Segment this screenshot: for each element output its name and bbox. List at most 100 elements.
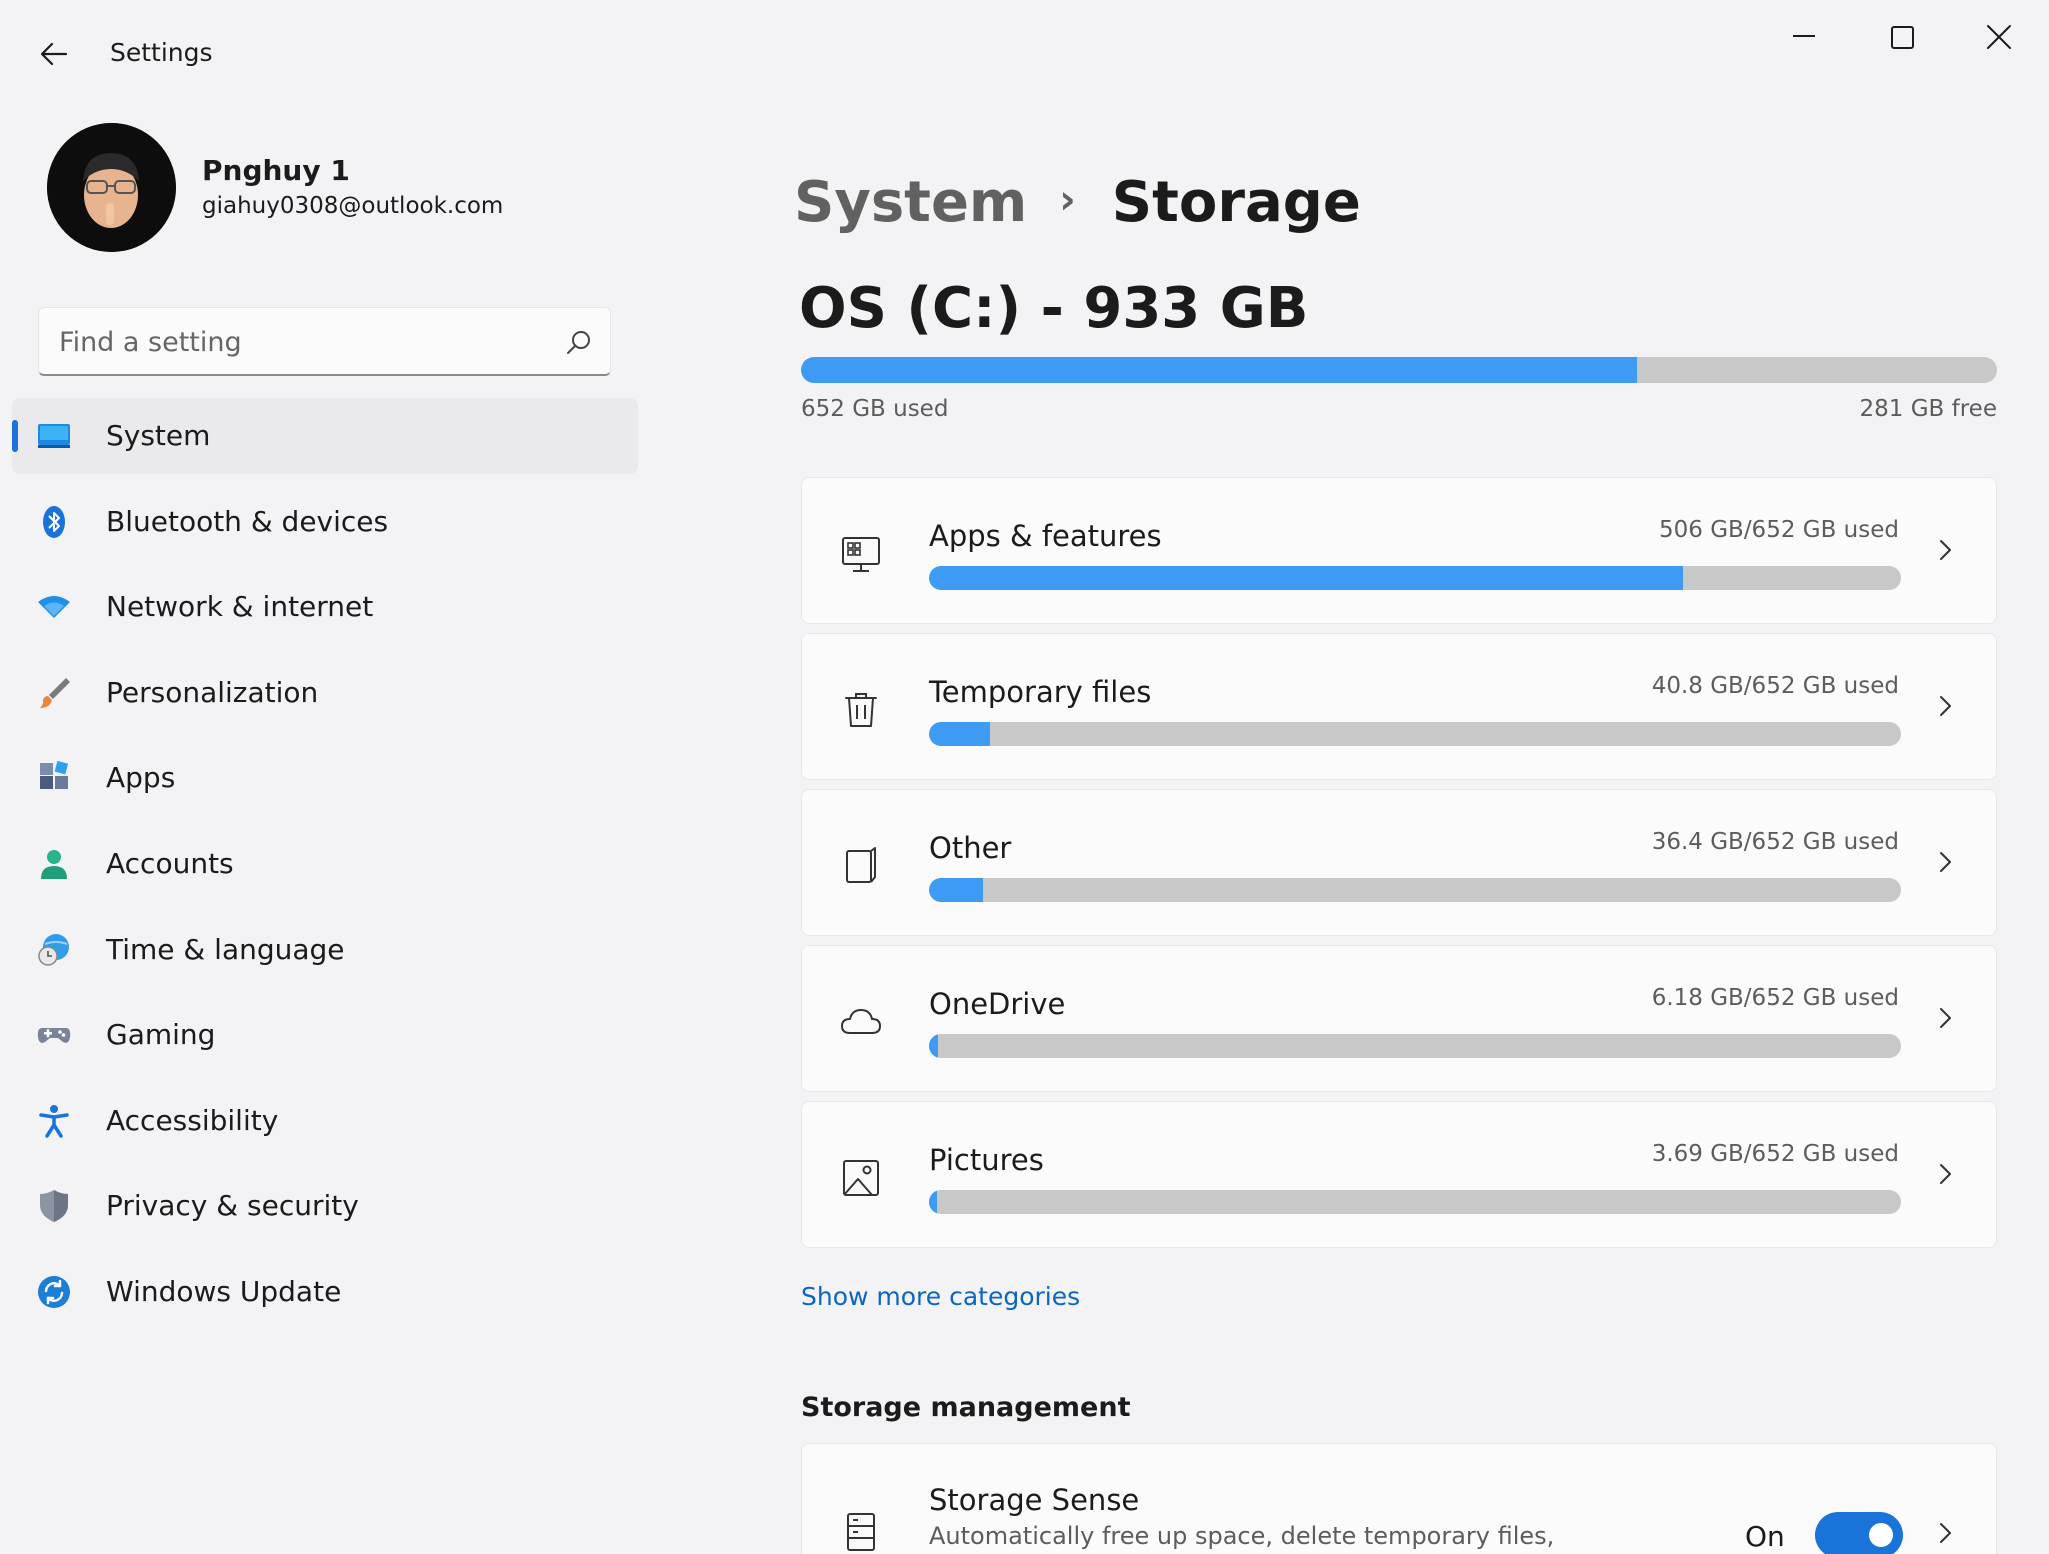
drive-usage-bar [801,357,1997,383]
sidebar-item-time-language[interactable]: Time & language [12,912,638,988]
category-usage-fill [929,722,991,746]
category-used: 40.8 GB/652 GB used [1651,673,1899,699]
sidebar-item-label: Personalization [106,675,319,709]
category-used: 506 GB/652 GB used [1659,517,1899,543]
category-temporary-files[interactable]: Temporary files 40.8 GB/652 GB used [801,633,1997,780]
category-used: 6.18 GB/652 GB used [1651,985,1899,1011]
close-icon[interactable] [1968,18,2028,58]
category-usage-fill [929,1190,937,1214]
category-label: Temporary files [929,675,1152,709]
sidebar-item-label: Accessibility [106,1103,279,1137]
breadcrumb: System › Storage [794,170,1361,235]
storage-sense-state: On [1745,1520,1785,1553]
chevron-right-icon [1930,1003,1960,1033]
apps-icon [36,760,72,796]
sidebar-item-personalization[interactable]: Personalization [12,655,638,731]
other-files-icon [838,843,884,889]
minimize-icon[interactable] [1774,18,1834,58]
sidebar-item-label: Network & internet [106,590,374,624]
toggle-knob [1869,1523,1893,1547]
category-usage-bar [929,566,1901,590]
category-onedrive[interactable]: OneDrive 6.18 GB/652 GB used [801,945,1997,1092]
chevron-right-icon [1930,535,1960,565]
user-email: giahuy0308@outlook.com [202,193,504,219]
wifi-icon [36,589,72,625]
storage-sense-title: Storage Sense [929,1483,1140,1517]
title-bar: Settings [0,0,2049,110]
sidebar-item-system[interactable]: System [12,398,638,474]
category-usage-fill [929,878,984,902]
category-usage-fill [929,566,1684,590]
storage-categories: Apps & features 506 GB/652 GB used Tempo… [801,477,1997,1257]
sidebar-item-label: Bluetooth & devices [106,504,389,538]
maximize-icon[interactable] [1872,18,1932,58]
active-indicator [12,420,18,452]
back-arrow-icon[interactable] [36,36,72,72]
sidebar-item-gaming[interactable]: Gaming [12,997,638,1073]
app-title: Settings [110,38,213,67]
search-input[interactable] [59,322,539,362]
sidebar-nav: System Bluetooth & devices Network & int… [12,398,638,1340]
sidebar-item-privacy[interactable]: Privacy & security [12,1168,638,1244]
system-display-icon [36,418,72,454]
sidebar-item-apps[interactable]: Apps [12,740,638,816]
sidebar-item-accessibility[interactable]: Accessibility [12,1083,638,1159]
category-label: Other [929,831,1012,865]
shield-icon [36,1188,72,1224]
person-icon [36,846,72,882]
drive-free-label: 281 GB free [1859,396,1997,422]
breadcrumb-separator: › [1059,177,1076,223]
sidebar-item-label: Windows Update [106,1274,342,1308]
category-label: Pictures [929,1143,1044,1177]
user-name: Pnghuy 1 [202,154,350,187]
category-pictures[interactable]: Pictures 3.69 GB/652 GB used [801,1101,1997,1248]
sidebar-item-bluetooth[interactable]: Bluetooth & devices [12,484,638,560]
category-label: OneDrive [929,987,1066,1021]
sidebar-item-label: Apps [106,761,176,795]
sidebar-item-label: Gaming [106,1018,216,1052]
sidebar-item-label: System [106,419,211,452]
category-apps-features[interactable]: Apps & features 506 GB/652 GB used [801,477,1997,624]
accessibility-icon [36,1103,72,1139]
page-title: Storage [1111,170,1361,235]
gamepad-icon [36,1017,72,1053]
sync-icon [36,1274,72,1310]
storage-sense-card[interactable]: Storage Sense Automatically free up spac… [801,1443,1997,1554]
bluetooth-icon [36,504,72,540]
search-icon[interactable] [564,328,594,358]
picture-icon [838,1155,884,1201]
sidebar-item-label: Accounts [106,846,234,880]
sidebar-item-windows-update[interactable]: Windows Update [12,1254,638,1330]
storage-management-heading: Storage management [801,1392,1131,1423]
paintbrush-icon [36,675,72,711]
show-more-categories-link[interactable]: Show more categories [801,1282,1080,1311]
trash-icon [838,687,884,733]
category-used: 3.69 GB/652 GB used [1651,1141,1899,1167]
globe-clock-icon [36,932,72,968]
category-label: Apps & features [929,519,1162,553]
storage-drive-icon [838,1508,884,1554]
cloud-icon [838,999,884,1045]
category-other[interactable]: Other 36.4 GB/652 GB used [801,789,1997,936]
breadcrumb-parent[interactable]: System [794,170,1027,235]
category-usage-fill [929,1034,939,1058]
storage-sense-toggle[interactable] [1815,1512,1903,1554]
category-usage-bar [929,1190,1901,1214]
category-used: 36.4 GB/652 GB used [1651,829,1899,855]
avatar[interactable] [47,123,176,252]
sidebar-item-label: Time & language [106,932,345,966]
drive-used-label: 652 GB used [801,396,949,422]
storage-sense-description: Automatically free up space, delete temp… [929,1522,1555,1550]
chevron-right-icon [1930,691,1960,721]
sidebar-item-network[interactable]: Network & internet [12,569,638,645]
sidebar-item-label: Privacy & security [106,1189,359,1223]
apps-features-icon [838,531,884,577]
category-usage-bar [929,878,1901,902]
category-usage-bar [929,722,1901,746]
search-box[interactable] [38,307,611,376]
sidebar-item-accounts[interactable]: Accounts [12,826,638,902]
chevron-right-icon [1930,847,1960,877]
chevron-right-icon[interactable] [1930,1518,1960,1548]
drive-title: OS (C:) - 933 GB [799,276,1309,341]
drive-usage-fill [801,357,1637,383]
